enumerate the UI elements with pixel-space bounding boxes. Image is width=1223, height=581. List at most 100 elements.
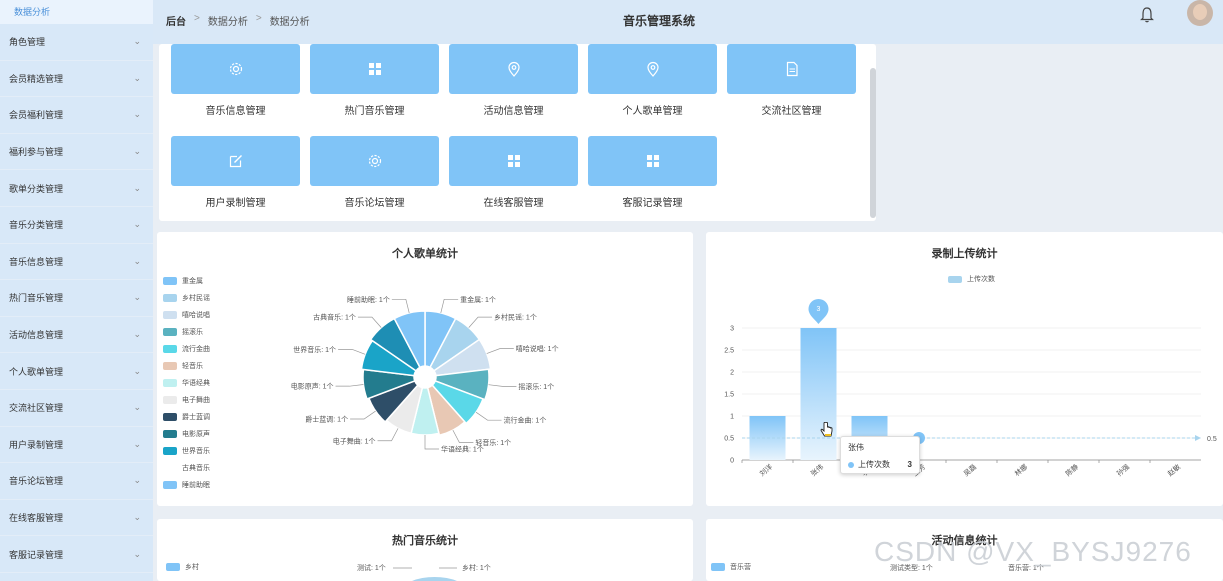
sidebar-item-label: 福利参与管理 bbox=[9, 147, 64, 158]
legend-label: 音乐营 bbox=[730, 564, 751, 571]
y-tick-label: 0 bbox=[730, 458, 734, 465]
sidebar-item-data-analysis[interactable]: 数据分析 bbox=[0, 0, 153, 24]
label-leader-line bbox=[377, 428, 399, 442]
sidebar-item[interactable]: 会员福利管理 ⌄ bbox=[0, 97, 153, 134]
gear-icon bbox=[368, 154, 381, 168]
grid-icon bbox=[646, 155, 659, 167]
chevron-down-icon: ⌄ bbox=[133, 475, 141, 486]
chevron-down-icon: ⌄ bbox=[133, 438, 141, 449]
sidebar-item-label: 个人歌单管理 bbox=[9, 366, 64, 377]
menu-tile[interactable] bbox=[727, 44, 856, 94]
label-leader-line bbox=[468, 316, 493, 328]
menu-tile[interactable] bbox=[588, 44, 717, 94]
tooltip-title: 张伟 bbox=[848, 443, 864, 452]
upload-stats-card: 录制上传统计 上传次数 00.511.522.53刘洋张伟李明王芳吴磊林娜陈静孙… bbox=[706, 232, 1223, 506]
quick-menu-card: 音乐信息管理 热门音乐管理 活动信息管理 个人歌单管理 交流社区管理 用户录制管理 音乐论坛… bbox=[159, 44, 876, 221]
watermark: CSDN @VX_BYSJ9276 bbox=[874, 536, 1192, 567]
sidebar-item[interactable]: 歌单分类管理 ⌄ bbox=[0, 170, 153, 207]
label-leader-line bbox=[424, 435, 439, 450]
sidebar-item[interactable]: 用户录制管理 ⌄ bbox=[0, 427, 153, 464]
menu-tile-label: 客服记录管理 bbox=[622, 198, 683, 209]
breadcrumb-item: 数据分析 bbox=[269, 17, 310, 28]
bar-chart: 00.511.522.53刘洋张伟李明王芳吴磊林娜陈静孙强赵敏0.53 bbox=[724, 299, 1217, 478]
location-pin-icon bbox=[646, 61, 659, 77]
menu-tile-label: 音乐论坛管理 bbox=[344, 198, 405, 209]
data-label: 古典音乐: 1个 bbox=[313, 313, 356, 322]
menu-tile-label: 热门音乐管理 bbox=[344, 106, 405, 117]
data-label: 华语经典: 1个 bbox=[441, 445, 484, 454]
chevron-down-icon: ⌄ bbox=[133, 329, 141, 340]
chevron-down-icon: ⌄ bbox=[133, 109, 141, 120]
data-label: 摇滚乐: 1个 bbox=[518, 382, 554, 391]
menu-tile[interactable] bbox=[449, 44, 578, 94]
label-leader-line bbox=[440, 298, 459, 314]
sidebar-item[interactable]: 音乐分类管理 ⌄ bbox=[0, 207, 153, 244]
menu-tile[interactable] bbox=[588, 136, 717, 186]
menu-tile[interactable] bbox=[310, 44, 439, 94]
app-root: 数据分析 角色管理 ⌄ 会员精选管理 ⌄ 会员福利管理 ⌄ 福利参与管理 ⌄ 歌单分类管理 ⌄ 音乐… bbox=[0, 0, 1223, 581]
data-label: 睡前助眠: 1个 bbox=[347, 295, 390, 304]
tooltip-dot bbox=[848, 461, 854, 468]
menu-tile-label: 在线客服管理 bbox=[483, 198, 544, 209]
sidebar-item[interactable]: 个人歌单管理 ⌄ bbox=[0, 353, 153, 390]
sidebar-item-label: 交流社区管理 bbox=[9, 403, 64, 414]
menu-tile[interactable] bbox=[171, 136, 300, 186]
chart-legend[interactable]: 音乐营 bbox=[711, 562, 751, 572]
sidebar-item[interactable]: 音乐论坛管理 ⌄ bbox=[0, 463, 153, 500]
breadcrumb: 后台 > 数据分析 > 数据分析 bbox=[166, 13, 310, 28]
sidebar-item[interactable]: 在线客服管理 ⌄ bbox=[0, 500, 153, 537]
chevron-down-icon: ⌄ bbox=[133, 146, 141, 157]
sidebar-item[interactable]: 福利参与管理 ⌄ bbox=[0, 134, 153, 171]
bell-icon[interactable] bbox=[1139, 6, 1155, 24]
page-title: 音乐管理系统 bbox=[623, 14, 696, 28]
hot-music-stats-card: 热门音乐统计 乡村 测试: 1个 乡村: 1个 bbox=[157, 519, 693, 581]
sidebar-item[interactable]: 会员精选管理 ⌄ bbox=[0, 61, 153, 98]
avatar[interactable] bbox=[1187, 0, 1213, 26]
x-tick-label: 张伟 bbox=[809, 462, 826, 478]
sidebar-item[interactable]: 角色管理 ⌄ bbox=[0, 24, 153, 61]
label-leader-line bbox=[475, 411, 502, 421]
data-label: 嘻哈说唱: 1个 bbox=[516, 344, 559, 353]
sidebar-item-label: 角色管理 bbox=[9, 37, 46, 48]
x-tick-label: 赵敏 bbox=[1166, 462, 1183, 478]
sidebar-item[interactable]: 客服记录管理 ⌄ bbox=[0, 536, 153, 573]
sidebar-item[interactable]: 交流社区管理 ⌄ bbox=[0, 390, 153, 427]
y-tick-label: 1 bbox=[730, 414, 734, 421]
data-label: 电子舞曲: 1个 bbox=[333, 436, 376, 445]
menu-tile-label: 活动信息管理 bbox=[483, 106, 544, 117]
label-leader-line bbox=[488, 384, 517, 387]
x-tick-label: 孙强 bbox=[1115, 462, 1132, 478]
sidebar-item[interactable]: 活动信息管理 ⌄ bbox=[0, 317, 153, 354]
grid-icon bbox=[368, 63, 381, 75]
hand-cursor-icon bbox=[820, 422, 833, 437]
label-leader-line bbox=[391, 298, 410, 314]
x-tick-label: 林娜 bbox=[1013, 462, 1030, 478]
y-tick-label: 1.5 bbox=[724, 392, 734, 399]
menu-tile-label: 音乐信息管理 bbox=[205, 106, 266, 117]
sidebar-item[interactable]: 热门音乐管理 ⌄ bbox=[0, 280, 153, 317]
data-label: 爵士蓝调: 1个 bbox=[305, 415, 348, 424]
chevron-down-icon: ⌄ bbox=[133, 36, 141, 47]
breadcrumb-item[interactable]: 数据分析 bbox=[208, 13, 248, 28]
breadcrumb-home[interactable]: 后台 bbox=[166, 13, 186, 28]
edit-icon bbox=[229, 155, 242, 168]
label-leader-line bbox=[452, 429, 474, 443]
sidebar-item-label: 会员精选管理 bbox=[9, 73, 64, 84]
sidebar: 数据分析 角色管理 ⌄ 会员精选管理 ⌄ 会员福利管理 ⌄ 福利参与管理 ⌄ 歌单分类管理 ⌄ 音乐… bbox=[0, 0, 153, 581]
menu-tile[interactable] bbox=[449, 136, 578, 186]
sidebar-item[interactable]: 音乐信息管理 ⌄ bbox=[0, 244, 153, 281]
scrollbar[interactable] bbox=[870, 68, 876, 218]
x-tick-label: 陈静 bbox=[1064, 462, 1081, 478]
chevron-down-icon: ⌄ bbox=[133, 182, 141, 193]
menu-tile-label: 个人歌单管理 bbox=[622, 106, 683, 117]
chevron-down-icon: ⌄ bbox=[133, 72, 141, 83]
menu-tile[interactable] bbox=[310, 136, 439, 186]
pie-chart: 重金属: 1个乡村民谣: 1个嘻哈说唱: 1个摇滚乐: 1个流行金曲: 1个轻音… bbox=[291, 295, 559, 454]
menu-tile[interactable] bbox=[171, 44, 300, 94]
tooltip-series: 上传次数 bbox=[858, 460, 890, 469]
chevron-down-icon: ⌄ bbox=[133, 255, 141, 266]
sidebar-item-label: 热门音乐管理 bbox=[9, 293, 64, 304]
bar[interactable] bbox=[800, 328, 837, 460]
data-label: 乡村民谣: 1个 bbox=[494, 313, 537, 322]
location-pin-icon bbox=[507, 61, 520, 77]
